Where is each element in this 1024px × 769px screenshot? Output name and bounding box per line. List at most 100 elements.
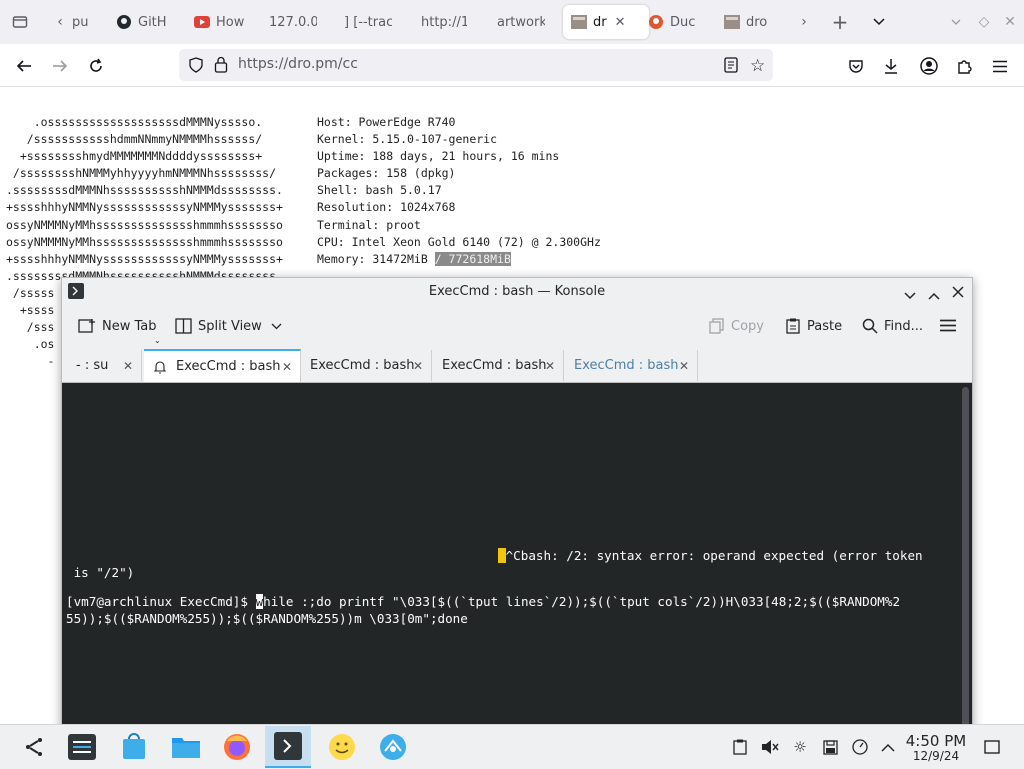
info-resolution: Resolution: 1024x768: [317, 200, 456, 215]
tab-label: ExecCmd : bash: [176, 359, 281, 374]
list-all-tabs-icon[interactable]: [8, 0, 32, 44]
browser-tab[interactable]: 127.0.0: [269, 0, 317, 44]
minimize-window-icon[interactable]: [944, 0, 968, 44]
chevron-down-icon[interactable]: [867, 0, 891, 44]
network-app-icon[interactable]: [375, 729, 411, 765]
chevron-up-icon[interactable]: [878, 737, 898, 757]
close-tab-icon[interactable]: ✕: [545, 359, 555, 373]
url-bar[interactable]: https://dro.pm/cc ☆: [179, 49, 773, 81]
info-packages: Packages: 158 (dpkg): [317, 166, 456, 181]
hamburger-menu-icon[interactable]: [940, 319, 956, 336]
downloads-icon[interactable]: [877, 52, 905, 80]
close-tab-icon[interactable]: ✕: [123, 359, 133, 373]
browser-tab[interactable]: artwork: [497, 0, 545, 44]
new-tab-button[interactable]: New Tab: [78, 318, 157, 334]
tab-label: dro: [746, 14, 768, 30]
youtube-icon: [194, 14, 210, 30]
terminal-scrollbar[interactable]: [962, 387, 969, 742]
info-cpu: CPU: Intel Xeon Gold 6140 (72) @ 2.300GH…: [317, 234, 601, 249]
tracking-protection-icon[interactable]: [188, 57, 204, 77]
close-tab-icon[interactable]: ✕: [282, 360, 292, 374]
disk-save-icon[interactable]: [820, 737, 840, 757]
konsole-titlebar[interactable]: ExecCmd : bash — Konsole: [62, 278, 972, 306]
terminal-error-line: ^Cbash: /2: syntax error: operand expect…: [498, 548, 923, 563]
info-memory: Memory: 31472MiB / 772618MiB: [317, 251, 511, 266]
browser-tab[interactable]: dro: [724, 0, 776, 44]
close-window-icon[interactable]: ✕: [998, 0, 1022, 44]
konsole-tab[interactable]: ExecCmd : bash ✕: [302, 350, 432, 381]
file-manager-icon[interactable]: [168, 729, 204, 765]
konsole-tab-active[interactable]: ExecCmd : bash ✕: [144, 349, 301, 382]
info-terminal: Terminal: proot: [317, 217, 421, 232]
browser-tab[interactable]: GitH: [116, 0, 172, 44]
tab-label: dr: [593, 14, 607, 30]
browser-tab[interactable]: Duc: [648, 0, 700, 44]
speedometer-icon[interactable]: [850, 737, 870, 757]
terminal-command-continuation: 55));$(($RANDOM%255));$(($RANDOM%255))m …: [66, 611, 468, 626]
taskbar: ☼ 4:50 PM 12/9/24: [0, 724, 1024, 769]
account-icon[interactable]: [915, 52, 943, 80]
smiley-app-icon[interactable]: [324, 729, 360, 765]
system-settings-icon[interactable]: [64, 729, 100, 765]
clipboard-icon[interactable]: [730, 737, 750, 757]
scroll-tabs-right-icon[interactable]: ›: [792, 0, 816, 44]
scroll-tabs-left-icon[interactable]: ‹: [48, 0, 72, 44]
close-tab-icon[interactable]: ✕: [615, 15, 626, 30]
tab-label: Duc: [670, 14, 696, 30]
info-kernel: Kernel: 5.15.0-107-generic: [317, 132, 498, 147]
browser-tab-active[interactable]: dr ✕: [563, 5, 649, 39]
bell-icon: [154, 360, 166, 373]
new-tab-icon: [78, 319, 95, 333]
browser-tab[interactable]: ] [--trac: [344, 0, 392, 44]
bookmark-star-icon[interactable]: ☆: [750, 56, 765, 76]
application-launcher-icon[interactable]: [16, 729, 52, 765]
konsole-window-title: ExecCmd : bash — Konsole: [428, 284, 606, 299]
tab-label: ] [--trac: [344, 14, 392, 30]
close-tab-icon[interactable]: ✕: [679, 359, 689, 373]
back-button[interactable]: [10, 52, 38, 80]
split-view-label: Split View: [198, 318, 262, 334]
digital-clock[interactable]: 4:50 PM 12/9/24: [902, 733, 970, 763]
firefox-icon[interactable]: [219, 729, 255, 765]
brightness-icon[interactable]: ☼: [790, 737, 810, 757]
browser-tab[interactable]: http://1: [421, 0, 467, 44]
copy-icon: [709, 318, 724, 334]
konsole-tab[interactable]: - : su ✕: [68, 350, 142, 381]
browser-tab[interactable]: How: [194, 0, 246, 44]
discover-store-icon[interactable]: [116, 729, 152, 765]
minimize-window-icon[interactable]: [904, 285, 916, 304]
find-label: Find...: [884, 318, 924, 334]
tab-label: ExecCmd : bash: [574, 358, 679, 373]
new-tab-icon[interactable]: +: [828, 0, 852, 44]
terminal-cursor-block: [498, 548, 506, 563]
konsole-tab[interactable]: ExecCmd : bash ✕: [566, 350, 698, 381]
lock-icon[interactable]: [214, 56, 228, 77]
github-icon: [116, 14, 132, 30]
reader-view-icon[interactable]: [724, 57, 738, 77]
reload-button[interactable]: [82, 52, 110, 80]
close-tab-icon[interactable]: ✕: [413, 359, 423, 373]
extensions-icon[interactable]: [950, 52, 978, 80]
forward-button[interactable]: [46, 52, 74, 80]
clock-time: 4:50 PM: [905, 732, 967, 750]
terminal-output[interactable]: ^Cbash: /2: syntax error: operand expect…: [62, 383, 972, 748]
close-window-icon[interactable]: [952, 283, 964, 302]
maximize-window-icon[interactable]: [928, 285, 940, 304]
konsole-taskbar-icon[interactable]: [265, 726, 311, 768]
maximize-window-icon[interactable]: ◇: [972, 0, 996, 44]
chevron-down-icon[interactable]: ⌄: [154, 336, 161, 345]
find-button[interactable]: Find...: [862, 318, 923, 334]
browser-tab[interactable]: pu: [72, 0, 96, 44]
terminal-error-continuation: is "/2"): [66, 565, 135, 580]
paste-button[interactable]: Paste: [785, 318, 842, 334]
hamburger-menu-icon[interactable]: [986, 52, 1014, 80]
tab-label: http://1: [421, 14, 467, 30]
copy-label: Copy: [731, 318, 764, 334]
copy-button[interactable]: Copy: [709, 318, 764, 334]
volume-muted-icon[interactable]: [760, 737, 780, 757]
konsole-window[interactable]: ExecCmd : bash — Konsole New Tab ⌄ Split…: [61, 277, 973, 749]
pocket-icon[interactable]: [842, 52, 870, 80]
konsole-tab[interactable]: ExecCmd : bash ✕: [434, 350, 564, 381]
split-view-button[interactable]: Split View: [175, 318, 288, 334]
show-desktop-icon[interactable]: [982, 737, 1002, 757]
